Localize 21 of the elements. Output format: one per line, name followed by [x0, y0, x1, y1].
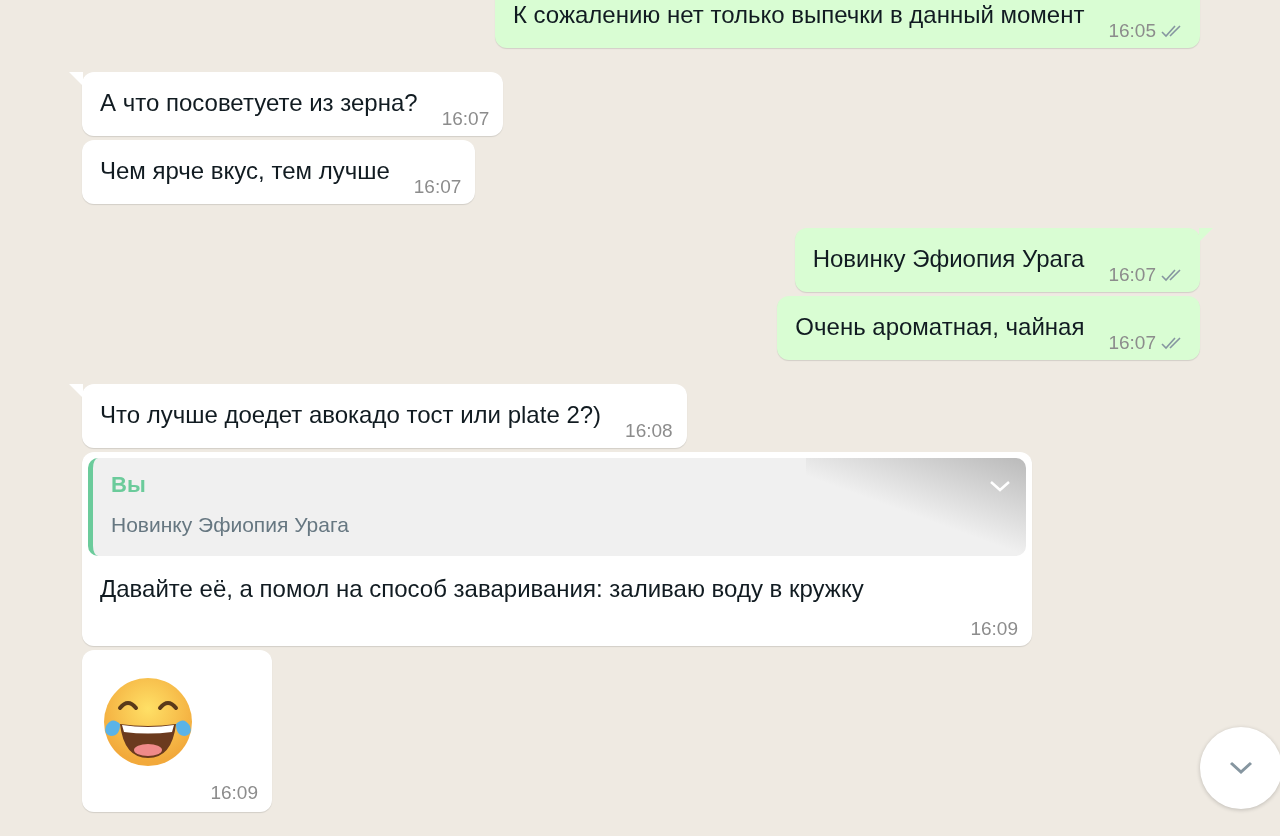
- message-time: 16:07: [1108, 332, 1156, 354]
- scroll-down-button[interactable]: [1200, 727, 1280, 809]
- message-text: А что посоветуете из зерна?: [100, 88, 418, 118]
- message-text: Что лучше доедет авокадо тост или plate 2?): [100, 400, 602, 430]
- chevron-down-icon[interactable]: [988, 478, 1012, 494]
- message-time: 16:09: [210, 782, 258, 804]
- message-time: 16:08: [625, 420, 673, 442]
- message-text: К сожалению нет только выпечки в данный момент: [512, 0, 1085, 30]
- message-text: Очень ароматная, чайная: [795, 312, 1085, 342]
- message-time: 16:07: [1108, 264, 1156, 286]
- quoted-message[interactable]: Вы Новинку Эфиопия Урага: [88, 458, 1026, 556]
- message-time: 16:07: [413, 176, 462, 198]
- quote-author: Вы: [111, 472, 146, 498]
- message-text: Новинку Эфиопия Урага: [812, 244, 1085, 274]
- quote-text: Новинку Эфиопия Урага: [111, 512, 349, 538]
- message-time: 16:05: [1108, 20, 1156, 42]
- message-text: Чем ярче вкус, тем лучше: [100, 156, 390, 186]
- message-time: 16:09: [970, 618, 1018, 640]
- message-text: Давайте её, а помол на способ заваривания: заливаю воду в кружку: [99, 574, 865, 604]
- message-time: 16:07: [441, 108, 490, 130]
- chevron-down-icon: [1228, 760, 1254, 776]
